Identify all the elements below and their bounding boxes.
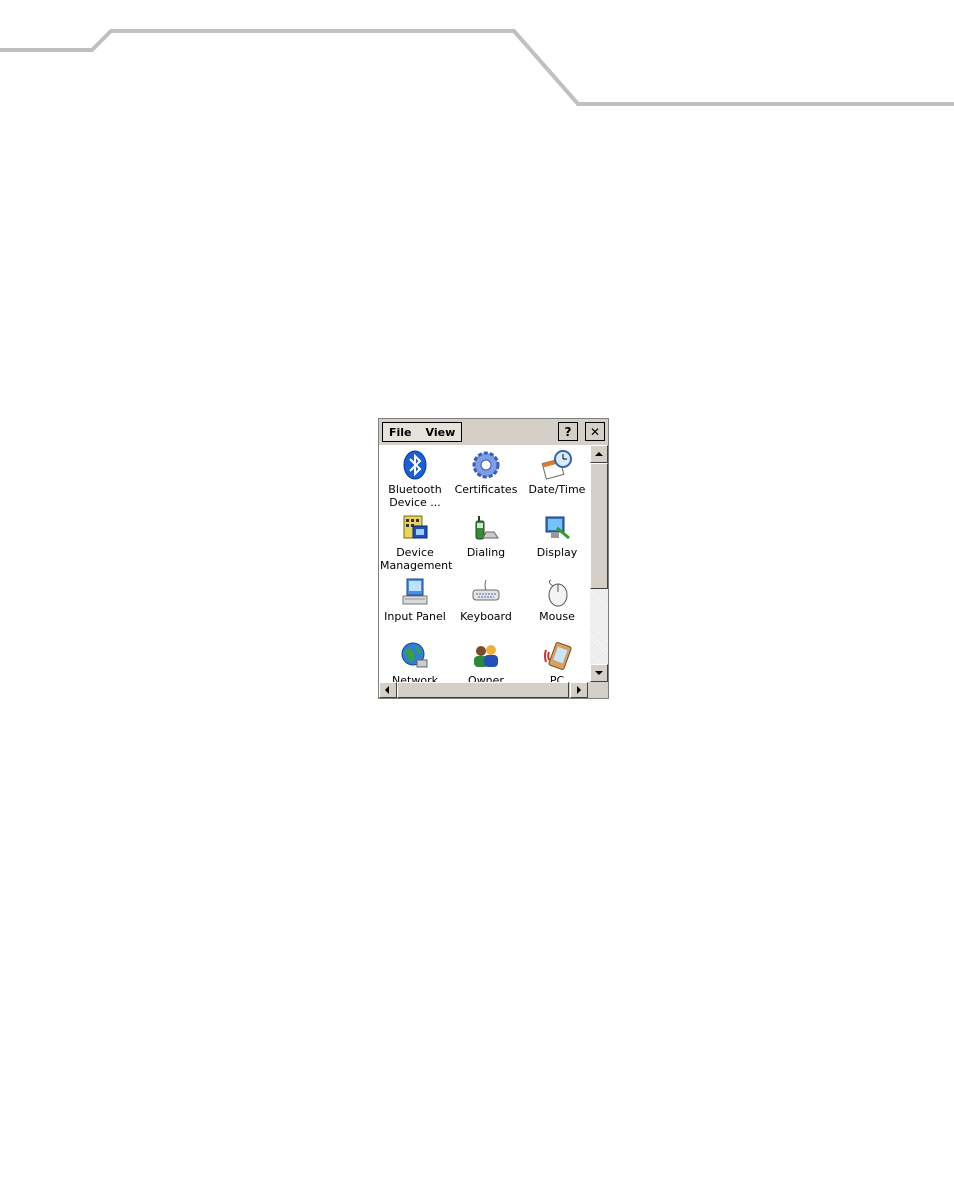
horizontal-scrollbar[interactable] <box>379 682 590 698</box>
scroll-right-button[interactable] <box>570 682 588 698</box>
network-icon <box>401 642 428 668</box>
icon-grid: Bluetooth Device ... Certificates Date/T… <box>379 445 590 682</box>
page-header-decoration <box>0 29 954 106</box>
item-dialing[interactable]: Dialing <box>451 512 521 559</box>
view-menu[interactable]: View <box>426 426 456 439</box>
file-menu[interactable]: File <box>389 426 412 439</box>
item-label: Bluetooth Device ... <box>388 483 442 509</box>
scroll-left-button[interactable] <box>379 682 397 698</box>
left-arrow-icon <box>385 686 389 694</box>
item-label: Certificates <box>454 483 518 496</box>
scroll-down-button[interactable] <box>590 664 608 682</box>
item-label: PC <box>549 674 565 682</box>
certificates-icon <box>472 451 500 479</box>
item-label: Device Management <box>380 546 453 572</box>
pc-connection-icon <box>544 642 572 670</box>
help-button[interactable]: ? <box>558 422 578 441</box>
item-mouse[interactable]: Mouse <box>522 576 590 623</box>
item-label: Input Panel <box>384 610 446 623</box>
horizontal-scroll-thumb[interactable] <box>397 682 569 698</box>
bluetooth-icon <box>403 450 427 480</box>
item-display[interactable]: Display <box>522 512 590 559</box>
vertical-scrollbar[interactable] <box>590 445 608 682</box>
item-input-panel[interactable]: Input Panel <box>380 576 450 623</box>
item-label: Dialing <box>466 546 506 559</box>
owner-icon <box>474 645 498 667</box>
mouse-icon <box>548 579 568 607</box>
item-device-management[interactable]: Device Management <box>380 512 453 572</box>
control-panel-window: File View ? ✕ Bluetooth Device ... Certi… <box>378 418 609 699</box>
display-icon <box>545 516 570 540</box>
item-date-time[interactable]: Date/Time <box>522 449 590 496</box>
item-label: Network and <box>392 674 438 682</box>
keyboard-icon <box>472 579 500 601</box>
item-pc-connection[interactable]: PC <box>522 640 590 682</box>
item-label: Keyboard <box>460 610 512 623</box>
device-management-icon <box>403 515 428 539</box>
vertical-scroll-thumb[interactable] <box>590 463 608 589</box>
down-arrow-icon <box>595 671 603 675</box>
close-button[interactable]: ✕ <box>585 422 605 441</box>
item-certificates[interactable]: Certificates <box>451 449 521 496</box>
scrollbar-corner <box>590 682 608 698</box>
right-arrow-icon <box>577 686 581 694</box>
menu-group: File View <box>382 422 463 442</box>
item-bluetooth[interactable]: Bluetooth Device ... <box>380 449 450 509</box>
item-label: Owner <box>468 674 504 682</box>
menu-bar: File View ? ✕ <box>379 419 608 445</box>
dialing-icon <box>475 516 499 540</box>
item-label: Date/Time <box>528 483 586 496</box>
item-network[interactable]: Network and <box>380 640 450 682</box>
input-panel-icon <box>402 578 428 605</box>
scroll-up-button[interactable] <box>590 445 608 463</box>
up-arrow-icon <box>595 452 603 456</box>
item-label: Mouse <box>539 610 575 623</box>
item-keyboard[interactable]: Keyboard <box>451 576 521 623</box>
date-time-icon <box>541 450 572 480</box>
item-label: Display <box>536 546 578 559</box>
item-owner[interactable]: Owner <box>451 640 521 682</box>
